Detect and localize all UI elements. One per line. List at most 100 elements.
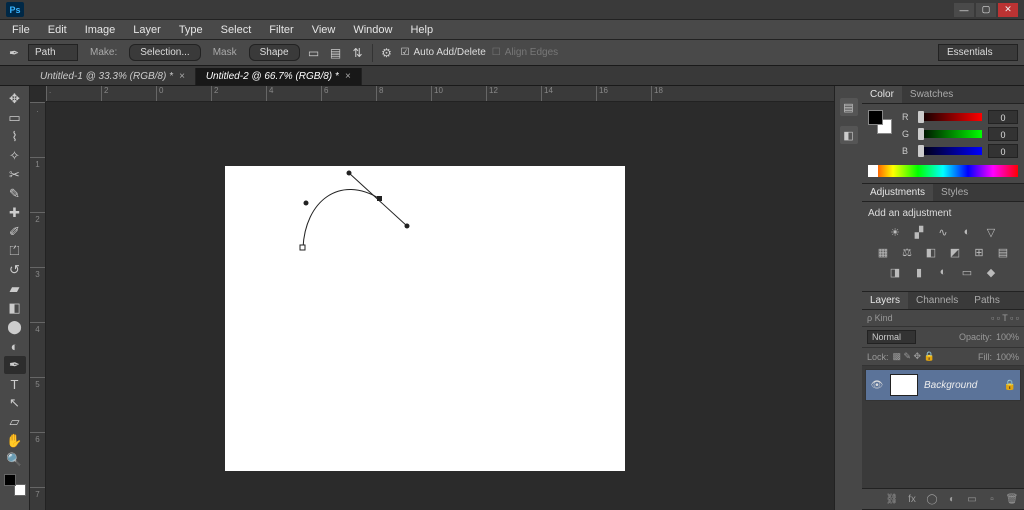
visibility-icon[interactable]: 👁 [870,378,884,392]
brush-tool[interactable]: ✐ [4,223,26,241]
canvas[interactable] [225,166,625,471]
exposure-icon[interactable]: ◐ [959,225,975,239]
make-mask-button[interactable]: Mask [207,45,243,60]
b-slider[interactable] [918,147,982,155]
minimize-button[interactable]: — [954,3,974,17]
lookup-icon[interactable]: ▤ [995,245,1011,259]
eraser-tool[interactable]: ▰ [4,280,26,298]
align-edges-checkbox[interactable]: ☐Align Edges [492,47,558,58]
path-align-icon[interactable]: ▤ [328,45,344,61]
group-icon[interactable]: ▭ [965,492,979,506]
menu-layer[interactable]: Layer [125,22,169,38]
menu-filter[interactable]: Filter [261,22,301,38]
stamp-tool[interactable]: ⏍ [4,242,26,260]
gradient-tool[interactable]: ◧ [4,299,26,317]
menu-window[interactable]: Window [345,22,400,38]
menu-type[interactable]: Type [171,22,211,38]
adjustment-layer-icon[interactable]: ◐ [945,492,959,506]
zoom-tool[interactable]: 🔍 [4,451,26,469]
opacity-value[interactable]: 100% [996,332,1019,342]
make-shape-button[interactable]: Shape [249,44,300,61]
bw-icon[interactable]: ◧ [923,245,939,259]
trash-icon[interactable]: 🗑 [1005,492,1019,506]
r-slider[interactable] [918,113,982,121]
layers-tab[interactable]: Layers [862,292,908,309]
new-layer-icon[interactable]: ▫ [985,492,999,506]
menu-edit[interactable]: Edit [40,22,75,38]
styles-tab[interactable]: Styles [933,184,976,201]
maximize-button[interactable]: ▢ [976,3,996,17]
hue-icon[interactable]: ▦ [875,245,891,259]
mode-dropdown[interactable]: Path [28,44,78,61]
g-value[interactable]: 0 [988,127,1018,141]
swatches-tab[interactable]: Swatches [902,86,961,103]
balance-icon[interactable]: ⚖ [899,245,915,259]
b-value[interactable]: 0 [988,144,1018,158]
color-spectrum[interactable] [868,165,1018,177]
marquee-tool[interactable]: ▭ [4,109,26,127]
menu-image[interactable]: Image [77,22,124,38]
fx-icon[interactable]: fx [905,492,919,506]
canvas-area[interactable]: .2024681012141618 .12345678 [30,86,834,510]
selective-icon[interactable]: ◆ [983,265,999,279]
blur-tool[interactable]: ⬤ [4,318,26,336]
photo-filter-icon[interactable]: ◩ [947,245,963,259]
shape-tool[interactable]: ▱ [4,413,26,431]
make-selection-button[interactable]: Selection... [129,44,200,61]
brightness-icon[interactable]: ☀ [887,225,903,239]
type-tool[interactable]: T [4,375,26,393]
ruler-vertical[interactable]: .12345678 [30,102,46,510]
link-icon[interactable]: ⛓ [885,492,899,506]
gear-icon[interactable]: ⚙ [379,45,395,61]
layer-name[interactable]: Background [924,380,998,391]
paths-tab[interactable]: Paths [966,292,1008,309]
blend-mode-dropdown[interactable]: Normal [867,330,916,344]
auto-add-delete-checkbox[interactable]: ☑Auto Add/Delete [401,47,486,58]
fg-bg-swatch[interactable] [4,474,26,496]
path-select-tool[interactable]: ↖ [4,394,26,412]
ruler-horizontal[interactable]: .2024681012141618 [46,86,834,102]
workspace-dropdown[interactable]: Essentials [938,44,1018,61]
adjustments-tab[interactable]: Adjustments [862,184,933,201]
menu-file[interactable]: File [4,22,38,38]
magic-wand-tool[interactable]: ✧ [4,147,26,165]
healing-tool[interactable]: ✚ [4,204,26,222]
close-icon[interactable]: × [345,71,351,82]
properties-panel-icon[interactable]: ◧ [840,126,858,144]
menu-view[interactable]: View [304,22,344,38]
panel-fg-bg-swatch[interactable] [868,110,892,134]
dodge-tool[interactable]: ◐ [4,337,26,355]
invert-icon[interactable]: ◨ [887,265,903,279]
layer-thumbnail[interactable] [890,374,918,396]
gradient-map-icon[interactable]: ▭ [959,265,975,279]
path-ops-icon[interactable]: ▭ [306,45,322,61]
history-panel-icon[interactable]: ▤ [840,98,858,116]
lasso-tool[interactable]: ⌇ [4,128,26,146]
close-button[interactable]: ✕ [998,3,1018,17]
posterize-icon[interactable]: ▮ [911,265,927,279]
channel-mixer-icon[interactable]: ⊞ [971,245,987,259]
document-tab[interactable]: Untitled-1 @ 33.3% (RGB/8) *× [30,68,196,85]
crop-tool[interactable]: ✂ [4,166,26,184]
r-value[interactable]: 0 [988,110,1018,124]
curves-icon[interactable]: ∿ [935,225,951,239]
levels-icon[interactable]: ▞ [911,225,927,239]
color-tab[interactable]: Color [862,86,902,103]
menu-select[interactable]: Select [213,22,260,38]
path-arrange-icon[interactable]: ⇅ [350,45,366,61]
hand-tool[interactable]: ✋ [4,432,26,450]
document-tab[interactable]: Untitled-2 @ 66.7% (RGB/8) *× [196,68,362,85]
fill-value[interactable]: 100% [996,352,1019,362]
channels-tab[interactable]: Channels [908,292,966,309]
eyedropper-tool[interactable]: ✎ [4,185,26,203]
pen-tool[interactable]: ✒ [4,356,26,374]
menu-help[interactable]: Help [402,22,441,38]
layer-row[interactable]: 👁 Background 🔒 [865,369,1021,401]
mask-icon[interactable]: ◯ [925,492,939,506]
threshold-icon[interactable]: ◐ [935,265,951,279]
close-icon[interactable]: × [179,71,185,82]
move-tool[interactable]: ✥ [4,90,26,108]
g-slider[interactable] [918,130,982,138]
history-brush-tool[interactable]: ↺ [4,261,26,279]
filter-kind-label[interactable]: ρ Kind [867,313,893,323]
